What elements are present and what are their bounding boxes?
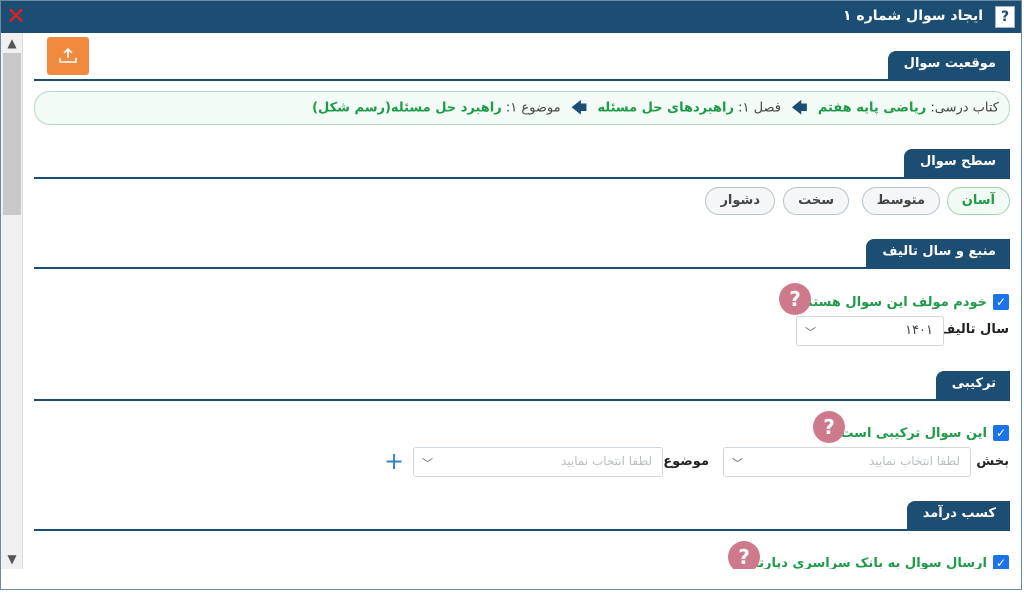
topic-select[interactable]: لطفا انتخاب نمایید ﹀ [413,447,663,477]
section-source: منبع و سال تالیف [34,239,1010,269]
chapter-value: راهبردهای حل مسئله [597,100,735,116]
dialog-title: ایجاد سوال شماره ۱ [843,8,983,24]
chevron-down-icon: ﹀ [805,326,816,339]
help-icon[interactable]: ? [995,6,1015,28]
dialog-content: موقعیت سوال کتاب درسی: ریاضی پایه هفتم 🡄… [23,33,1021,569]
breadcrumb: کتاب درسی: ریاضی پایه هفتم 🡄 فصل ۱: راهب… [34,91,1010,125]
section-title: سطح سوال [903,149,1010,177]
section-field-label: بخش [976,454,1009,469]
title-bar: ✕ ایجاد سوال شماره ۱ ? [1,1,1021,33]
section-title: منبع و سال تالیف [866,239,1010,267]
topic-value: راهبرد حل مسئله(رسم شکل) [312,100,502,116]
book-value: ریاضی پایه هفتم [817,100,927,116]
chevron-down-icon: ﹀ [732,457,743,470]
topic-label: موضوع ۱: [505,100,561,116]
section-level: سطح سوال [34,149,1010,179]
composite-check-label: این سوال ترکیبی است [840,426,987,441]
scroll-thumb[interactable] [3,53,21,215]
chapter-label: فصل ۱: [738,100,781,116]
scroll-down-icon[interactable]: ▼ [1,549,23,569]
arrow-left-icon: 🡄 [791,98,808,117]
dialog-window: ✕ ایجاد سوال شماره ۱ ? ▲ ▼ موقعیت سوال ک… [0,0,1022,590]
section-select[interactable]: لطفا انتخاب نمایید ﹀ [723,447,971,477]
section-composite: ترکیبی [34,371,1010,401]
year-value: ۱۴۰۱ [905,323,933,338]
section-divider [34,529,1010,531]
level-medium-button[interactable]: متوسط [861,187,940,215]
section-income: کسب درآمد [34,501,1010,531]
section-location: موقعیت سوال [34,51,1010,81]
section-divider [34,79,1010,81]
section-title: موقعیت سوال [887,51,1010,79]
arrow-left-icon: 🡄 [570,98,588,117]
close-icon[interactable]: ✕ [5,4,27,28]
section-divider [34,399,1010,401]
topic-placeholder: لطفا انتخاب نمایید [560,454,652,468]
help-question-icon[interactable]: ? [779,283,811,315]
section-divider [34,267,1010,269]
send-to-bank-checkbox[interactable]: ✓ [993,555,1009,569]
chevron-down-icon: ﹀ [422,457,433,470]
year-select[interactable]: ۱۴۰۱ ﹀ [796,316,944,346]
level-hard-button[interactable]: سخت [783,187,849,215]
send-to-bank-label: ارسال سوال به بانک سراسری دپارتمان [734,556,987,569]
section-title: ترکیبی [935,371,1010,399]
composite-checkbox[interactable]: ✓ [993,425,1009,441]
help-question-icon[interactable]: ? [813,411,845,443]
year-label: سال تالیف [940,322,1009,337]
section-divider [34,177,1010,179]
help-question-icon[interactable]: ? [728,541,760,569]
section-placeholder: لطفا انتخاب نمایید [868,454,960,468]
vertical-scrollbar[interactable]: ▲ ▼ [1,33,23,569]
book-label: کتاب درسی: [930,100,999,116]
author-check-label: خودم مولف این سوال هستم [803,295,987,310]
section-title: کسب درآمد [906,501,1010,529]
level-very-hard-button[interactable]: دشوار [705,187,775,215]
scroll-up-icon[interactable]: ▲ [1,33,23,53]
topic-field-label: موضوع [663,454,709,469]
author-checkbox[interactable]: ✓ [993,294,1009,310]
level-easy-button[interactable]: آسان [946,187,1010,215]
add-icon[interactable]: + [384,449,404,473]
